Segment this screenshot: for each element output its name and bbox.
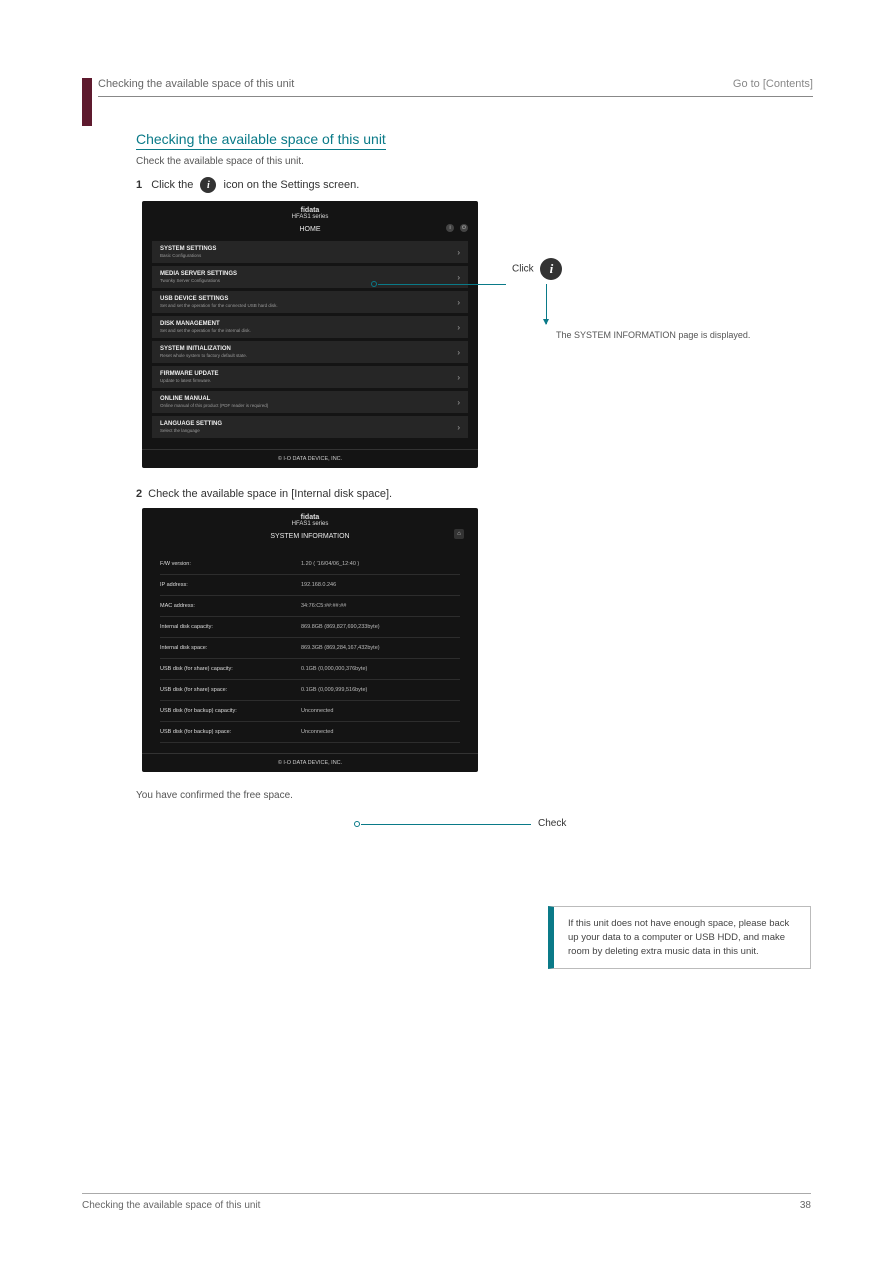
menu-item[interactable]: SYSTEM SETTINGSBasic Configurations› xyxy=(152,241,468,263)
header-breadcrumb: Checking the available space of this uni… xyxy=(98,78,294,90)
page-subtitle: Check the available space of this unit. xyxy=(136,156,813,167)
info-row: USB disk (for backup) capacity:Unconnect… xyxy=(160,701,460,722)
info-row: MAC address:34:76:C5:##:##:## xyxy=(160,596,460,617)
confirmed-text: You have confirmed the free space. xyxy=(136,790,813,801)
screenshot-home: fidata HFAS1 series HOME i ⏻ SYSTEM SETT… xyxy=(142,201,478,468)
chevron-right-icon: › xyxy=(457,423,460,432)
footer-left: Checking the available space of this uni… xyxy=(82,1200,260,1211)
menu-item[interactable]: USB DEVICE SETTINGSSet and set the opera… xyxy=(152,291,468,313)
menu-item[interactable]: DISK MANAGEMENTSet and set the operation… xyxy=(152,316,468,338)
chevron-right-icon: › xyxy=(457,323,460,332)
menu-item[interactable]: FIRMWARE UPDATEUpdate to latest firmware… xyxy=(152,366,468,388)
chevron-right-icon: › xyxy=(457,398,460,407)
page-title: Checking the available space of this uni… xyxy=(136,131,386,150)
footer-page: 38 xyxy=(800,1200,811,1211)
menu-item[interactable]: ONLINE MANUALOnline manual of this produ… xyxy=(152,391,468,413)
step-2: 2Check the available space in [Internal … xyxy=(136,488,813,500)
screenshot-sysinfo: fidata HFAS1 series SYSTEM INFORMATION ⌂… xyxy=(142,508,478,772)
info-icon-callout: i xyxy=(540,258,562,280)
home-icon[interactable]: ⌂ xyxy=(454,529,464,539)
info-row: F/W version:1.20 ( '16/04/06_12:40 ) xyxy=(160,554,460,575)
chevron-right-icon: › xyxy=(457,273,460,282)
info-row: Internal disk capacity:869.8GB (869,827,… xyxy=(160,617,460,638)
chevron-right-icon: › xyxy=(457,373,460,382)
chevron-right-icon: › xyxy=(457,298,460,307)
annot-click: Click i xyxy=(512,258,562,280)
annot-check: Check xyxy=(538,818,566,829)
go-to-contents-link[interactable]: Go to [Contents] xyxy=(733,78,813,90)
chevron-right-icon: › xyxy=(457,248,460,257)
info-row: IP address:192.168.0.246 xyxy=(160,575,460,596)
info-row: Internal disk space:869.3GB (869,284,167… xyxy=(160,638,460,659)
menu-item[interactable]: SYSTEM INITIALIZATIONReset whole system … xyxy=(152,341,468,363)
info-icon[interactable]: i xyxy=(446,224,454,232)
info-row: USB disk (for backup) space:Unconnected xyxy=(160,722,460,743)
menu-item[interactable]: LANGUAGE SETTINGSelect the language› xyxy=(152,416,468,438)
chevron-right-icon: › xyxy=(457,348,460,357)
step-1: 1 Click the i icon on the Settings scree… xyxy=(136,177,813,193)
info-row: USB disk (for share) capacity:0.1GB (0,0… xyxy=(160,659,460,680)
power-icon[interactable]: ⏻ xyxy=(460,224,468,232)
note-box: If this unit does not have enough space,… xyxy=(548,906,811,969)
info-row: USB disk (for share) space:0.1GB (0,009,… xyxy=(160,680,460,701)
info-icon-inline: i xyxy=(200,177,216,193)
arrow-caption: The SYSTEM INFORMATION page is displayed… xyxy=(556,330,756,340)
